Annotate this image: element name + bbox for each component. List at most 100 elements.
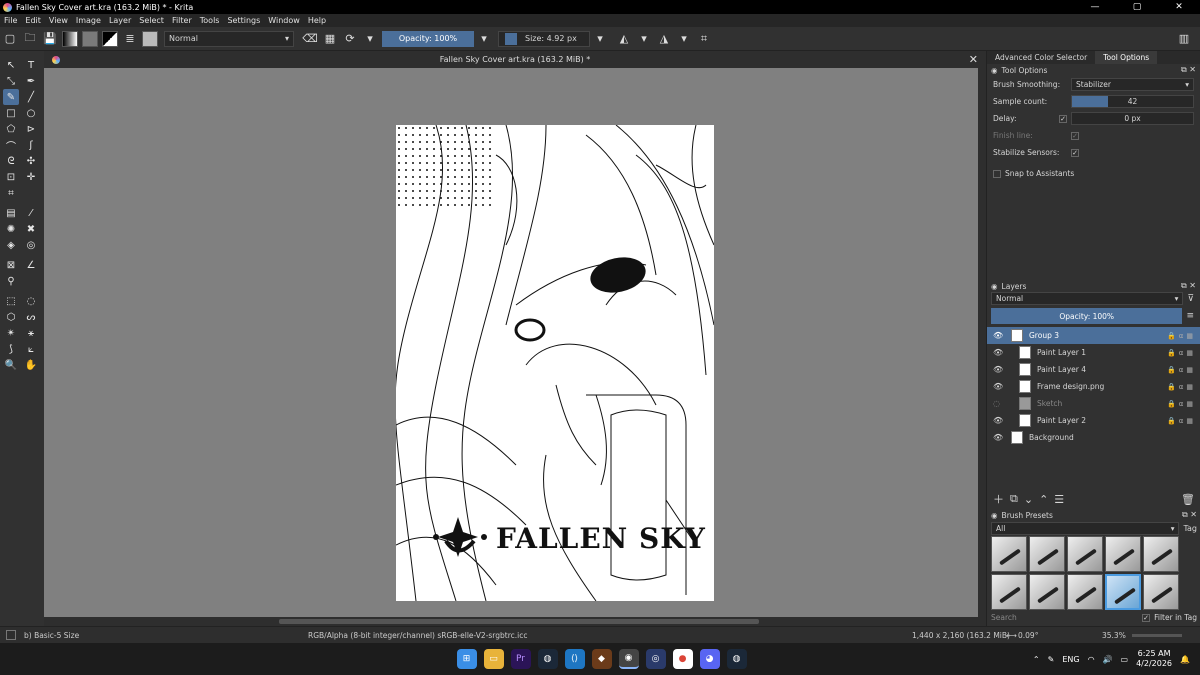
zoom-tool-icon[interactable]: 🔍 xyxy=(3,357,19,373)
maximize-button[interactable]: ▢ xyxy=(1116,0,1158,14)
polyline-tool-icon[interactable]: ⊳ xyxy=(23,121,39,137)
similar-color-selection-icon[interactable]: ⚹ xyxy=(23,325,39,341)
chevron-up-icon[interactable]: ⌃ xyxy=(1033,655,1040,664)
lock-alpha-icons[interactable]: 🔒α▦ xyxy=(1167,400,1196,408)
edit-shapes-tool-icon[interactable]: ⤡ xyxy=(3,73,19,89)
chrome-icon[interactable]: ● xyxy=(672,649,693,669)
brush-preset-item[interactable] xyxy=(1105,536,1141,572)
language-indicator[interactable]: ENG xyxy=(1062,655,1079,664)
bezier-selection-icon[interactable]: ⟆ xyxy=(3,341,19,357)
close-document-icon[interactable]: ✕ xyxy=(969,53,978,66)
menu-file[interactable]: File xyxy=(0,16,21,25)
lock-alpha-icons[interactable]: 🔒α▦ xyxy=(1167,417,1196,425)
lock-alpha-icons[interactable]: 🔒α▦ xyxy=(1167,366,1196,374)
pattern-swatch[interactable] xyxy=(82,30,98,47)
polygonal-selection-icon[interactable]: ⬡ xyxy=(3,309,19,325)
layer-properties-icon[interactable]: ☰ xyxy=(1054,493,1064,506)
horizontal-scrollbar[interactable] xyxy=(44,617,986,626)
float-close-icons[interactable]: ⧉ ✕ xyxy=(1181,65,1196,75)
move-down-icon[interactable]: ⌄ xyxy=(1024,493,1033,506)
snap-assistants-checkbox[interactable] xyxy=(993,169,1001,178)
lock-alpha-icons[interactable]: 🔒α▦ xyxy=(1167,332,1196,340)
fg-bg-color-swatch[interactable] xyxy=(102,30,118,47)
delay-checkbox[interactable]: ✓ xyxy=(1059,114,1067,123)
new-document-icon[interactable]: ▢ xyxy=(2,31,18,47)
freehand-path-tool-icon[interactable]: ʃ xyxy=(23,137,39,153)
brush-search-input[interactable]: Search xyxy=(991,613,1142,622)
menu-select[interactable]: Select xyxy=(135,16,168,25)
tab-advanced-color-selector[interactable]: Advanced Color Selector xyxy=(987,51,1095,64)
eraser-icon[interactable]: ⌫ xyxy=(302,31,318,47)
brush-preset-item[interactable] xyxy=(1029,574,1065,610)
enclose-fill-tool-icon[interactable]: ◎ xyxy=(23,237,39,253)
chevron-down-icon[interactable]: ▾ xyxy=(476,31,492,47)
menu-view[interactable]: View xyxy=(45,16,72,25)
open-folder-icon[interactable]: 🗀 xyxy=(22,31,38,47)
eye-icon[interactable]: 👁 xyxy=(993,382,1005,391)
rectangular-selection-icon[interactable]: ⬚ xyxy=(3,293,19,309)
menu-edit[interactable]: Edit xyxy=(21,16,45,25)
document-tab[interactable]: Fallen Sky Cover art.kra (163.2 MiB) * ✕ xyxy=(44,51,986,68)
canvas-viewport[interactable]: FALLEN SKY xyxy=(44,68,978,617)
mirror-vertical-icon[interactable]: ◮ xyxy=(656,31,672,47)
lock-alpha-icons[interactable]: 🔒α▦ xyxy=(1167,349,1196,357)
notification-icon[interactable]: 🔔 xyxy=(1180,655,1190,664)
layer-row[interactable]: 👁 Paint Layer 1 🔒α▦ xyxy=(987,344,1200,361)
wifi-icon[interactable]: ◠ xyxy=(1088,655,1095,664)
layer-opacity-slider[interactable]: Opacity: 100% xyxy=(991,308,1183,324)
krita-taskbar-icon[interactable]: ◉ xyxy=(618,649,639,669)
menu-help[interactable]: Help xyxy=(304,16,330,25)
brush-preset-item[interactable] xyxy=(1067,574,1103,610)
wrap-around-icon[interactable]: ⌗ xyxy=(696,31,712,47)
smart-patch-tool-icon[interactable]: ✖ xyxy=(23,221,39,237)
brush-tag-filter-select[interactable]: All ▾ xyxy=(991,522,1180,535)
layer-row[interactable]: ◌ Sketch 🔒α▦ xyxy=(987,395,1200,412)
menu-window[interactable]: Window xyxy=(264,16,304,25)
file-explorer-icon[interactable]: ▭ xyxy=(483,649,504,669)
layer-row[interactable]: 👁 Paint Layer 4 🔒α▦ xyxy=(987,361,1200,378)
layer-row[interactable]: 👁 Paint Layer 2 🔒α▦ xyxy=(987,412,1200,429)
menu-icon[interactable]: ≡ xyxy=(1186,311,1194,321)
brush-smoothing-select[interactable]: Stabilizer ▾ xyxy=(1071,78,1194,91)
reload-preset-icon[interactable]: ⟳ xyxy=(342,31,358,47)
close-window-button[interactable]: ✕ xyxy=(1158,0,1200,14)
stabilize-sensors-checkbox[interactable]: ✓ xyxy=(1071,148,1079,157)
line-tool-icon[interactable]: ╱ xyxy=(23,89,39,105)
start-icon[interactable]: ⊞ xyxy=(456,649,477,669)
lock-alpha-icons[interactable]: 🔒α▦ xyxy=(1167,383,1196,391)
contiguous-selection-icon[interactable]: ✴ xyxy=(3,325,19,341)
mirror-horizontal-icon[interactable]: ◭ xyxy=(616,31,632,47)
tag-button[interactable]: Tag xyxy=(1183,524,1197,533)
pan-tool-icon[interactable]: ✋ xyxy=(23,357,39,373)
chevron-down-icon[interactable]: ▾ xyxy=(592,31,608,47)
brush-preset-item[interactable] xyxy=(1029,536,1065,572)
brush-preset-item[interactable] xyxy=(1067,536,1103,572)
brush-size-slider[interactable]: Size: 4.92 px xyxy=(498,30,590,47)
duplicate-layer-icon[interactable]: ⧉ xyxy=(1010,492,1018,506)
elliptical-selection-icon[interactable]: ◌ xyxy=(23,293,39,309)
freehand-brush-tool-icon[interactable]: ✎ xyxy=(3,89,19,105)
brush-preset-item[interactable] xyxy=(991,536,1027,572)
fill-tool-icon[interactable]: ◈ xyxy=(3,237,19,253)
vscode-icon[interactable]: ⟨⟩ xyxy=(564,649,585,669)
eye-icon[interactable]: 👁 xyxy=(993,331,1005,340)
brush-preset-swatch[interactable] xyxy=(142,30,158,47)
menu-image[interactable]: Image xyxy=(72,16,105,25)
finish-line-checkbox[interactable]: ✓ xyxy=(1071,131,1079,140)
dynamic-brush-tool-icon[interactable]: ᘓ xyxy=(3,153,19,169)
tab-tool-options[interactable]: Tool Options xyxy=(1095,51,1158,64)
delay-input[interactable]: 0 px xyxy=(1071,112,1194,125)
steam-icon[interactable]: ◍ xyxy=(537,649,558,669)
text-tool-icon[interactable]: T xyxy=(23,57,39,73)
volume-icon[interactable]: 🔊 xyxy=(1103,655,1113,664)
eye-icon[interactable]: 👁 xyxy=(993,433,1005,442)
crop-tool-icon[interactable]: ⌗ xyxy=(3,185,19,201)
multibrush-tool-icon[interactable]: ✣ xyxy=(23,153,39,169)
horizontal-scroll-thumb[interactable] xyxy=(279,619,759,624)
blend-mode-select[interactable]: Normal ▾ xyxy=(164,30,294,47)
brush-preset-item-selected[interactable] xyxy=(1105,574,1141,610)
eye-icon[interactable]: 👁 xyxy=(993,365,1005,374)
steam-icon[interactable]: ◍ xyxy=(726,649,747,669)
calligraphy-tool-icon[interactable]: ✒ xyxy=(23,73,39,89)
eye-icon[interactable]: 👁 xyxy=(993,348,1005,357)
